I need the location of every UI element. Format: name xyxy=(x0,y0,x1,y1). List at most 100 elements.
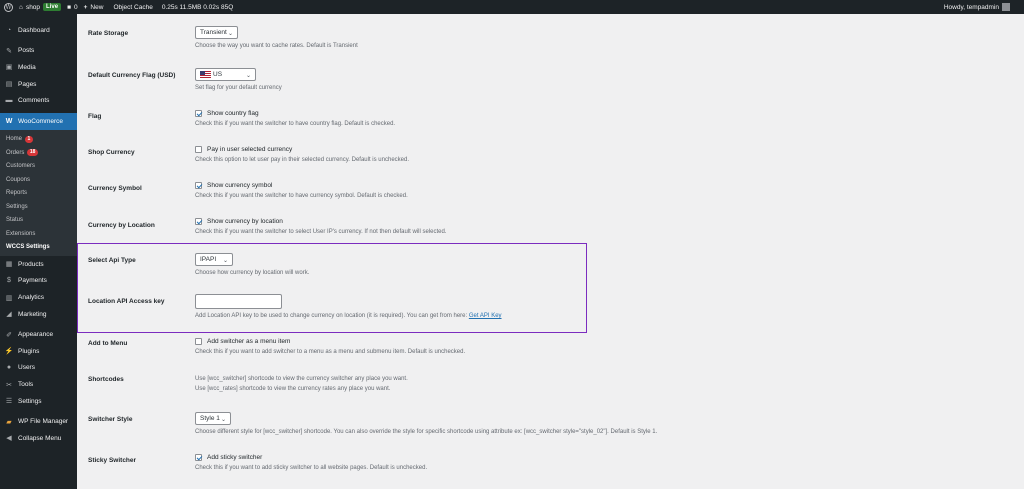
submenu-coupons[interactable]: Coupons xyxy=(0,173,77,187)
submenu-wccs-settings[interactable]: WCCS Settings xyxy=(0,241,77,255)
api-key-input[interactable] xyxy=(195,294,282,309)
checkbox-checked[interactable] xyxy=(195,454,202,461)
checkbox-unchecked[interactable] xyxy=(195,338,202,345)
highlight-box xyxy=(77,243,587,333)
pin-icon: ✎ xyxy=(6,47,12,55)
payments-icon: $ xyxy=(7,277,11,285)
rate-storage-desc: Choose the way you want to cache rates. … xyxy=(195,43,358,49)
checkbox-checked[interactable] xyxy=(195,110,202,117)
menu-settings[interactable]: ☰ Settings xyxy=(0,393,77,410)
currency-flag-select[interactable]: US ⌄ xyxy=(195,68,256,81)
menu-appearance[interactable]: ✐ Appearance xyxy=(0,326,77,343)
menu-posts[interactable]: ✎ Posts xyxy=(0,43,77,60)
show-currency-symbol-checkbox[interactable]: Show currency symbol xyxy=(195,182,408,189)
submenu-extensions[interactable]: Extensions xyxy=(0,227,77,241)
chevron-down-icon: ⌄ xyxy=(245,73,251,79)
checkbox-checked[interactable] xyxy=(195,218,202,225)
collapse-icon: ◀ xyxy=(6,435,12,443)
object-cache-link[interactable]: Object Cache xyxy=(113,4,152,11)
chevron-down-icon: ⌄ xyxy=(227,31,233,37)
show-currency-by-location-checkbox[interactable]: Show currency by location xyxy=(195,218,446,225)
megaphone-icon: ◢ xyxy=(6,311,12,319)
switcher-style-label: Switcher Style xyxy=(88,416,133,423)
wrench-icon: ✂ xyxy=(6,381,12,389)
add-switcher-menu-checkbox[interactable]: Add switcher as a menu item xyxy=(195,338,465,345)
shop-currency-desc: Check this option to let user pay in the… xyxy=(195,157,409,163)
submenu-customers[interactable]: Customers xyxy=(0,160,77,174)
menu-woocommerce[interactable]: W WooCommerce xyxy=(0,112,77,130)
site-name-link[interactable]: ⌂ shop Live xyxy=(19,3,62,11)
rate-storage-select[interactable]: Transient ⌄ xyxy=(195,26,238,39)
currency-symbol-label: Currency Symbol xyxy=(88,185,142,192)
brush-icon: ✐ xyxy=(6,331,12,339)
api-type-label: Select Api Type xyxy=(88,257,136,264)
settings-icon: ☰ xyxy=(5,398,13,406)
menu-tools[interactable]: ✂ Tools xyxy=(0,376,77,393)
menu-marketing[interactable]: ◢ Marketing xyxy=(0,306,77,323)
add-sticky-switcher-checkbox[interactable]: Add sticky switcher xyxy=(195,454,427,461)
flag-desc: Check this if you want the switcher to h… xyxy=(195,121,396,127)
menu-pages[interactable]: ▤ Pages xyxy=(0,76,77,93)
new-content-link[interactable]: + New xyxy=(84,4,104,11)
user-account-menu[interactable]: Howdy, tempadmin xyxy=(944,0,1010,14)
currency-by-location-desc: Check this if you want the switcher to s… xyxy=(195,229,447,235)
woocommerce-submenu: Home 1 Orders 18 Customers Coupons Repor… xyxy=(0,129,77,257)
api-key-desc: Add Location API key to be used to chang… xyxy=(195,313,502,319)
orders-count-badge: 18 xyxy=(27,149,38,157)
shop-currency-label: Shop Currency xyxy=(88,149,135,156)
avatar xyxy=(1002,3,1010,11)
currency-symbol-desc: Check this if you want the switcher to h… xyxy=(195,193,408,199)
submenu-reports[interactable]: Reports xyxy=(0,187,77,201)
add-to-menu-label: Add to Menu xyxy=(88,340,128,347)
wordpress-logo-icon[interactable]: W xyxy=(4,2,13,12)
live-badge: Live xyxy=(43,3,62,11)
submenu-status[interactable]: Status xyxy=(0,214,77,228)
home-icon: ⌂ xyxy=(19,3,23,11)
products-icon: ▦ xyxy=(5,261,13,269)
checkbox-unchecked[interactable] xyxy=(195,146,202,153)
comments-icon: ▬ xyxy=(5,97,13,105)
rate-storage-label: Rate Storage xyxy=(88,30,129,37)
comments-link[interactable]: ■ 0 xyxy=(67,4,78,11)
menu-wp-file-manager[interactable]: ▰ WP File Manager xyxy=(0,413,77,430)
comment-icon: ■ xyxy=(67,3,71,11)
home-count-badge: 1 xyxy=(25,135,33,143)
switcher-style-desc: Choose different style for [wcc_switcher… xyxy=(195,429,658,435)
submenu-orders[interactable]: Orders 18 xyxy=(0,146,77,160)
us-flag-icon xyxy=(200,71,211,78)
currency-by-location-label: Currency by Location xyxy=(88,222,155,229)
shortcodes-line-2: Use [wcc_rates] shortcode to view the cu… xyxy=(195,386,391,392)
sticky-switcher-label: Sticky Switcher xyxy=(88,457,137,464)
menu-media[interactable]: ▣ Media xyxy=(0,59,77,76)
menu-dashboard[interactable]: ◔ Dashboard xyxy=(0,22,77,39)
flag-label: Flag xyxy=(88,113,102,120)
pages-icon: ▤ xyxy=(5,81,13,89)
menu-plugins[interactable]: ⚡ Plugins xyxy=(0,343,77,360)
dashboard-icon: ◔ xyxy=(6,26,12,34)
collapse-menu-button[interactable]: ◀ Collapse Menu xyxy=(0,430,77,447)
switcher-style-select[interactable]: Style 1 ⌄ xyxy=(195,412,231,425)
settings-form: Rate Storage Transient ⌄ Choose the way … xyxy=(77,14,1024,489)
menu-analytics[interactable]: ▥ Analytics xyxy=(0,289,77,306)
menu-products[interactable]: ▦ Products xyxy=(0,256,77,273)
checkbox-checked[interactable] xyxy=(195,182,202,189)
admin-sidebar: ◔ Dashboard ✎ Posts ▣ Media ▤ Pages ▬ Co… xyxy=(0,14,77,489)
add-to-menu-desc: Check this if you want to add switcher t… xyxy=(195,349,466,355)
submenu-home[interactable]: Home 1 xyxy=(0,133,77,147)
plus-icon: + xyxy=(83,3,88,11)
plugin-icon: ⚡ xyxy=(4,348,14,356)
submenu-settings[interactable]: Settings xyxy=(0,200,77,214)
api-type-select[interactable]: IPAPI ⌄ xyxy=(195,253,233,266)
menu-payments[interactable]: $ Payments xyxy=(0,273,77,290)
pay-in-user-currency-checkbox[interactable]: Pay in user selected currency xyxy=(195,146,409,153)
woocommerce-icon: W xyxy=(5,117,13,125)
currency-flag-desc: Set flag for your default currency xyxy=(195,85,282,91)
show-country-flag-checkbox[interactable]: Show country flag xyxy=(195,110,395,117)
performance-stats[interactable]: 0.25s 11.5MB 0.02s 85Q xyxy=(162,4,233,11)
menu-users[interactable]: ● Users xyxy=(0,360,77,377)
menu-comments[interactable]: ▬ Comments xyxy=(0,92,77,109)
users-icon: ● xyxy=(6,364,12,372)
media-icon: ▣ xyxy=(5,64,13,72)
shortcodes-line-1: Use [wcc_switcher] shortcode to view the… xyxy=(195,376,408,382)
get-api-key-link[interactable]: Get API Key xyxy=(469,313,502,319)
